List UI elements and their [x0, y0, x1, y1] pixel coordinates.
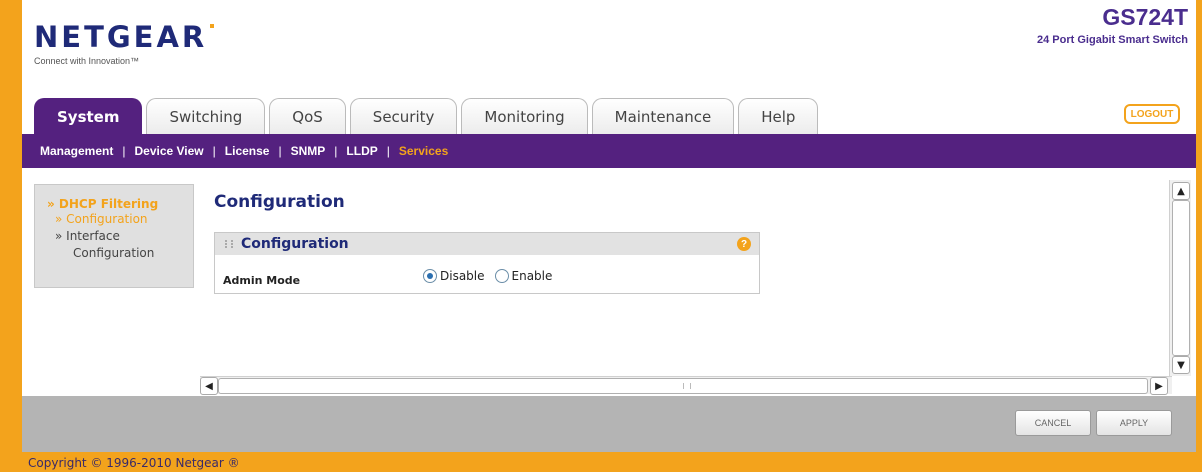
netgear-logo: NETGEAR	[34, 20, 208, 54]
vertical-scrollbar[interactable]: ▲ ▼	[1169, 180, 1191, 376]
sub-navigation: Management | Device View | License | SNM…	[22, 134, 1196, 168]
panel-title: Configuration	[241, 236, 349, 252]
configuration-panel: Configuration ? Admin Mode Disable Enabl…	[214, 232, 760, 294]
admin-mode-enable-radio[interactable]	[494, 269, 509, 283]
help-icon[interactable]: ?	[737, 237, 751, 251]
leftnav-item-configuration[interactable]: » Configuration	[47, 211, 193, 228]
scroll-right-icon[interactable]: ▶	[1150, 377, 1168, 395]
copyright-text: Copyright © 1996-2010 Netgear ®	[28, 456, 240, 470]
tab-monitoring[interactable]: Monitoring	[461, 98, 588, 134]
tagline: Connect with Innovation™	[34, 56, 140, 66]
horizontal-scroll-thumb[interactable]	[218, 378, 1148, 394]
leftnav-item-interface-configuration[interactable]: » Interface	[47, 228, 193, 245]
logo-dot-icon	[210, 24, 214, 28]
radio-selected-dot	[427, 273, 433, 279]
header: NETGEAR Connect with Innovation™ GS724T …	[22, 0, 1196, 136]
admin-mode-radio-group: Disable Enable	[423, 269, 552, 283]
left-menu: » DHCP Filtering » Configuration » Inter…	[34, 184, 194, 288]
scroll-up-icon[interactable]: ▲	[1172, 182, 1190, 200]
panel-header: Configuration ?	[215, 233, 759, 255]
subnav-license[interactable]: License	[225, 144, 270, 158]
vertical-scroll-thumb[interactable]	[1172, 200, 1190, 356]
admin-mode-enable-label: Enable	[511, 269, 553, 283]
tab-maintenance[interactable]: Maintenance	[591, 98, 735, 134]
subnav-separator: |	[386, 144, 390, 158]
horizontal-scrollbar[interactable]: ◀ ▶	[200, 376, 1172, 395]
tab-help[interactable]: Help	[738, 98, 819, 134]
subnav-separator: |	[212, 144, 216, 158]
main-tabs: System Switching QoS Security Monitoring…	[34, 98, 819, 134]
subnav-snmp[interactable]: SNMP	[291, 144, 326, 158]
tab-security[interactable]: Security	[349, 98, 458, 134]
subnav-separator: |	[334, 144, 338, 158]
tab-switching[interactable]: Switching	[146, 98, 266, 134]
subnav-lldp[interactable]: LLDP	[346, 144, 377, 158]
logout-button[interactable]: LOGOUT	[1124, 104, 1180, 124]
subnav-device-view[interactable]: Device View	[134, 144, 203, 158]
admin-mode-enable-option[interactable]: Enable	[494, 269, 553, 283]
tab-system[interactable]: System	[34, 98, 143, 134]
apply-button[interactable]: APPLY	[1096, 410, 1172, 436]
scroll-grip-icon	[683, 383, 691, 389]
admin-mode-label: Admin Mode	[223, 273, 301, 287]
scroll-left-icon[interactable]: ◀	[200, 377, 218, 395]
drag-grip-icon	[225, 240, 233, 248]
admin-mode-disable-option[interactable]: Disable	[423, 269, 485, 283]
model-description: 24 Port Gigabit Smart Switch	[1037, 34, 1188, 46]
subnav-management[interactable]: Management	[40, 144, 113, 158]
admin-mode-disable-label: Disable	[440, 269, 485, 283]
page-title: Configuration	[214, 192, 345, 212]
subnav-services[interactable]: Services	[399, 144, 448, 158]
app-frame: NETGEAR Connect with Innovation™ GS724T …	[22, 0, 1196, 452]
leftnav-section-dhcp-filtering[interactable]: » DHCP Filtering	[47, 197, 193, 211]
scroll-down-icon[interactable]: ▼	[1172, 356, 1190, 374]
action-bar: CANCEL APPLY	[22, 396, 1196, 452]
cancel-button[interactable]: CANCEL	[1015, 410, 1091, 436]
admin-mode-row: Admin Mode Disable Enable	[215, 255, 759, 293]
subnav-separator: |	[278, 144, 282, 158]
tab-qos[interactable]: QoS	[269, 98, 346, 134]
subnav-separator: |	[122, 144, 126, 158]
leftnav-item-interface-configuration-cont[interactable]: Configuration	[47, 245, 193, 262]
model-name: GS724T	[1102, 4, 1188, 30]
admin-mode-disable-radio[interactable]	[423, 269, 437, 283]
